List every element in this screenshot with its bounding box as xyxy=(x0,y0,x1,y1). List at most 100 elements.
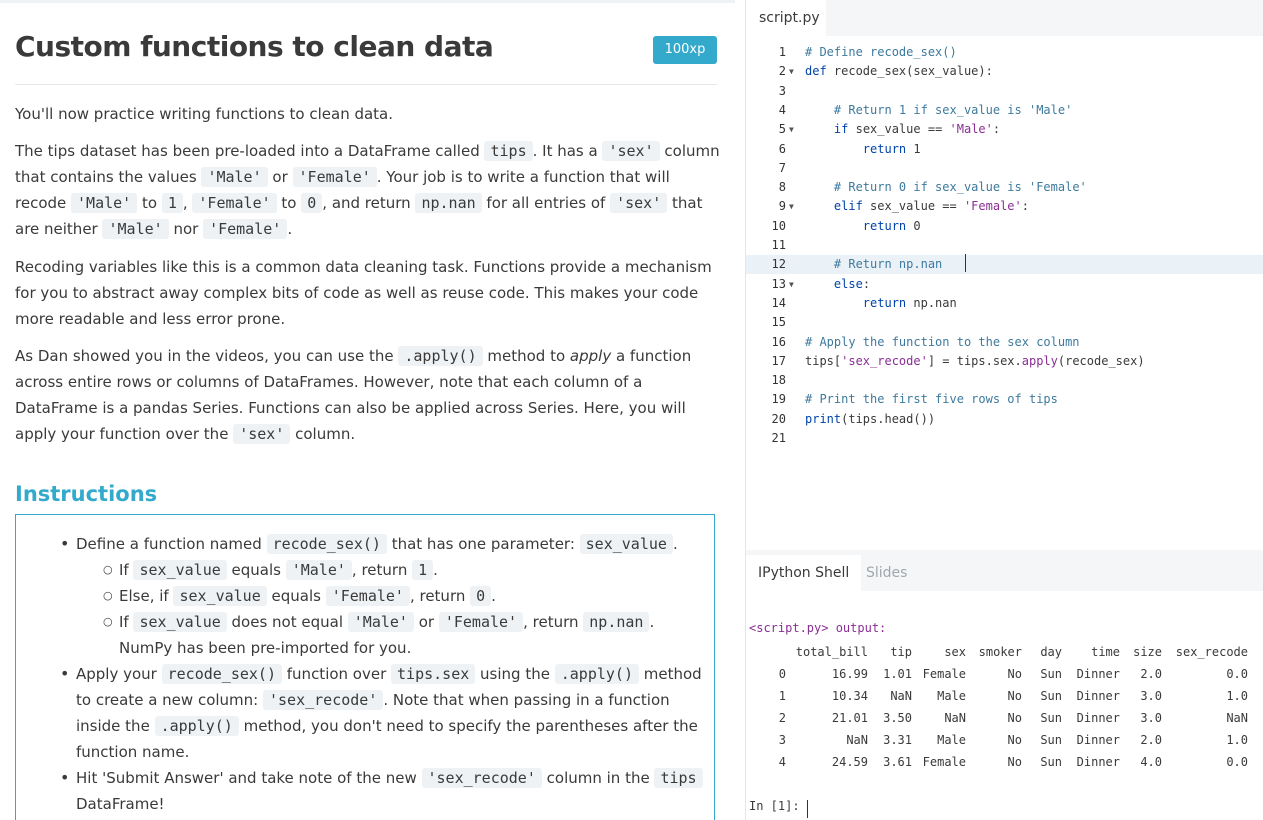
line-number: 15 xyxy=(771,315,786,330)
tab-slides[interactable]: Slides xyxy=(854,555,919,591)
line-number: 1 xyxy=(778,45,786,59)
code-text: def recode_sex(sex_value): xyxy=(805,62,993,81)
code-line[interactable]: 11 xyxy=(746,236,1263,255)
code-line[interactable]: 21 xyxy=(746,429,1263,448)
code-token: (recode_sex) xyxy=(1057,353,1145,368)
code-token: # Return 1 if sex_value is 'Male' xyxy=(833,102,1073,117)
line-number: 10 xyxy=(771,218,786,233)
code-line[interactable]: 12 # Return np.nan xyxy=(746,255,1263,275)
column-header: sex_recode xyxy=(1175,645,1248,659)
table-row: 0 16.99 1.01 Female No Sun Dinner 2.0 0.0 xyxy=(746,663,1248,685)
inline-code: 1 xyxy=(161,193,183,213)
fold-arrow-icon[interactable]: ▼ xyxy=(789,197,794,216)
table-cell: NaN xyxy=(944,711,966,725)
inline-code: 'Male' xyxy=(347,612,414,632)
code-editor[interactable]: 1 # Define recode_sex() 2 ▼ def recode_sex(s… xyxy=(746,36,1263,550)
table-cell: Female xyxy=(922,755,966,769)
code-line[interactable]: 18 xyxy=(746,371,1263,390)
code-line[interactable]: 4 # Return 1 if sex_value is 'Male' xyxy=(746,101,1263,120)
instruction-item: Hit 'Submit Answer' and take note of the… xyxy=(60,765,710,817)
code-token: if xyxy=(833,122,856,137)
code-line[interactable]: 5 ▼ if sex_value == 'Male': xyxy=(746,120,1263,139)
sub-instructions-list: If sex_value equals 'Male', return 1. El… xyxy=(76,557,710,661)
sub-instruction-item: If sex_value equals 'Male', return 1. xyxy=(103,557,710,583)
code-token: sex_value == xyxy=(855,122,950,137)
instruction-item: Define a function named recode_sex() tha… xyxy=(60,531,710,661)
code-token: apply xyxy=(1021,353,1058,368)
inline-code: sex_value xyxy=(133,560,227,580)
table-cell: Dinner xyxy=(1076,689,1120,703)
table-cell: 3.61 xyxy=(883,755,912,769)
line-number: 3 xyxy=(778,83,786,98)
paragraph-apply: As Dan showed you in the videos, you can… xyxy=(15,346,692,444)
fold-arrow-icon[interactable]: ▼ xyxy=(789,275,794,294)
inline-code: 'Female' xyxy=(203,219,288,239)
table-cell: Male xyxy=(937,689,966,703)
sub-instruction-item: If sex_value does not equal 'Male' or 'F… xyxy=(103,609,710,661)
code-line[interactable]: 17 tips['sex_recode'] = tips.sex.apply(re… xyxy=(746,352,1263,371)
code-token: return xyxy=(862,218,914,233)
code-text: # Return 1 if sex_value is 'Male' xyxy=(805,101,1072,120)
tab-script-py[interactable]: script.py xyxy=(746,0,826,36)
table-row: 1 10.34 NaN Male No Sun Dinner 3.0 1.0 xyxy=(746,685,1248,707)
code-line[interactable]: 8 # Return 0 if sex_value is 'Female' xyxy=(746,178,1263,197)
table-cell: 1.0 xyxy=(1226,733,1248,747)
table-cell: NaN xyxy=(1226,711,1248,725)
editor-cursor xyxy=(965,254,966,272)
inline-code: 'sex_recode' xyxy=(421,768,542,788)
code-line[interactable]: 14 return np.nan xyxy=(746,294,1263,313)
column-header: tip xyxy=(890,645,912,659)
code-line[interactable]: 20 print(tips.head()) xyxy=(746,410,1263,429)
code-text: return np.nan xyxy=(805,294,957,313)
shell-tab-bar: IPython Shell Slides xyxy=(746,555,1263,591)
table-cell: 3 xyxy=(778,733,786,747)
code-line[interactable]: 1 # Define recode_sex() xyxy=(746,43,1263,62)
column-header: day xyxy=(1040,645,1062,659)
tab-ipython-shell[interactable]: IPython Shell xyxy=(746,555,862,591)
code-token: else xyxy=(833,276,863,291)
code-token: print xyxy=(805,411,842,426)
code-line[interactable]: 10 return 0 xyxy=(746,217,1263,236)
inline-code: 0 xyxy=(301,193,323,213)
code-token: recode_sex(sex_value): xyxy=(833,64,993,79)
line-number: 12 xyxy=(771,257,786,272)
table-header-row: total_bill tip sex smoker day time size sex_rec… xyxy=(746,641,1248,663)
code-line[interactable]: 3 xyxy=(746,82,1263,101)
table-cell: 3.31 xyxy=(883,733,912,747)
code-token: (tips.head()) xyxy=(841,411,936,426)
fold-arrow-icon[interactable]: ▼ xyxy=(789,62,794,81)
line-number: 20 xyxy=(771,411,786,426)
inline-code: sex_value xyxy=(133,612,227,632)
code-line[interactable]: 2 ▼ def recode_sex(sex_value): xyxy=(746,62,1263,81)
code-line[interactable]: 13 ▼ else: xyxy=(746,275,1263,294)
exercise-title: Custom functions to clean data xyxy=(15,30,494,63)
instruction-item: Apply your recode_sex() function over ti… xyxy=(60,661,710,765)
table-cell: 0.0 xyxy=(1226,667,1248,681)
inline-code: 1 xyxy=(412,560,434,580)
intro-text: You'll now practice writing functions to… xyxy=(15,105,394,123)
code-line[interactable]: 9 ▼ elif sex_value == 'Female': xyxy=(746,197,1263,216)
table-cell: 3.50 xyxy=(883,711,912,725)
code-line[interactable]: 19 # Print the first five rows of tips xyxy=(746,390,1263,409)
table-cell: 10.34 xyxy=(831,689,868,703)
code-line[interactable]: 16 # Apply the function to the sex column xyxy=(746,333,1263,352)
code-line[interactable]: 7 xyxy=(746,159,1263,178)
table-cell: Sun xyxy=(1040,667,1062,681)
ipython-shell[interactable]: <script.py> output: total_bill tip sex smok… xyxy=(746,591,1263,820)
line-number: 16 xyxy=(771,334,786,349)
table-cell: 2 xyxy=(778,711,786,725)
inline-code: np.nan xyxy=(583,612,650,632)
code-token: : xyxy=(1021,199,1029,214)
code-text: # Apply the function to the sex column xyxy=(805,333,1080,352)
table-row: 4 24.59 3.61 Female No Sun Dinner 4.0 0.0 xyxy=(746,751,1248,773)
code-token: elif xyxy=(833,199,871,214)
code-line[interactable]: 6 return 1 xyxy=(746,140,1263,159)
fold-arrow-icon[interactable]: ▼ xyxy=(789,120,794,139)
code-token: # Return 0 if sex_value is 'Female' xyxy=(833,180,1087,195)
code-line[interactable]: 15 xyxy=(746,313,1263,332)
line-number: 14 xyxy=(771,295,786,310)
code-token: 1 xyxy=(913,141,921,156)
